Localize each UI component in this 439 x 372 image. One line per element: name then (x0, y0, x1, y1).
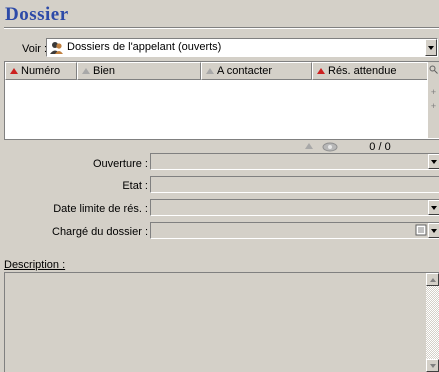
form-icon[interactable] (415, 224, 427, 239)
chevron-down-icon (428, 45, 434, 50)
ouverture-label: Ouverture : (92, 158, 148, 170)
description-textarea[interactable] (4, 272, 439, 372)
etat-field[interactable] (150, 176, 439, 193)
column-header-res-attendue[interactable]: Rés. attendue (312, 62, 428, 80)
charge-dropdown-button[interactable] (428, 223, 439, 238)
date-limite-field[interactable] (150, 199, 439, 216)
window-title: Dossier (5, 4, 69, 25)
voir-label: Voir : (22, 43, 48, 55)
voir-select[interactable]: Dossiers de l'appelant (ouverts) (46, 38, 438, 57)
sort-icon (305, 143, 313, 149)
voir-dropdown-button[interactable] (425, 39, 437, 56)
add-icon[interactable]: + (428, 100, 439, 111)
scroll-up-button[interactable] (426, 273, 439, 286)
sort-icon (82, 68, 90, 74)
chevron-down-icon (429, 363, 436, 368)
sort-icon (317, 68, 325, 74)
chevron-down-icon (431, 205, 437, 210)
sort-icon (206, 68, 214, 74)
column-header-label: Numéro (21, 65, 61, 77)
date-limite-label: Date limite de rés. : (53, 203, 148, 215)
sort-icon (10, 68, 18, 74)
charge-field[interactable] (150, 222, 439, 239)
users-icon (50, 41, 64, 54)
ouverture-dropdown-button[interactable] (428, 154, 439, 169)
etat-label: Etat : (122, 180, 148, 192)
chevron-down-icon (431, 159, 437, 164)
dossier-list[interactable]: Numéro Bien A contacter Rés. attendue + … (4, 61, 439, 139)
charge-label: Chargé du dossier : (52, 226, 148, 238)
vertical-scrollbar[interactable] (426, 273, 439, 372)
list-toolbar: + + (427, 62, 439, 138)
ouverture-field[interactable] (150, 153, 439, 170)
description-label-text: Description : (4, 259, 66, 271)
scroll-down-button[interactable] (426, 359, 439, 372)
search-icon[interactable] (428, 64, 439, 75)
voir-value: Dossiers de l'appelant (ouverts) (67, 41, 222, 53)
column-header-a-contacter[interactable]: A contacter (201, 62, 312, 80)
column-header-label: Bien (93, 65, 116, 77)
chevron-down-icon (431, 228, 437, 233)
column-header-numero[interactable]: Numéro (5, 62, 77, 80)
column-header-label: Rés. attendue (328, 65, 397, 77)
column-header-bien[interactable]: Bien (77, 62, 201, 80)
date-limite-dropdown-button[interactable] (428, 200, 439, 215)
column-header-label: A contacter (217, 65, 273, 77)
chevron-up-icon (429, 277, 436, 282)
add-icon[interactable]: + (428, 86, 439, 97)
description-label: Description : (4, 259, 65, 271)
title-divider-highlight (4, 28, 439, 29)
